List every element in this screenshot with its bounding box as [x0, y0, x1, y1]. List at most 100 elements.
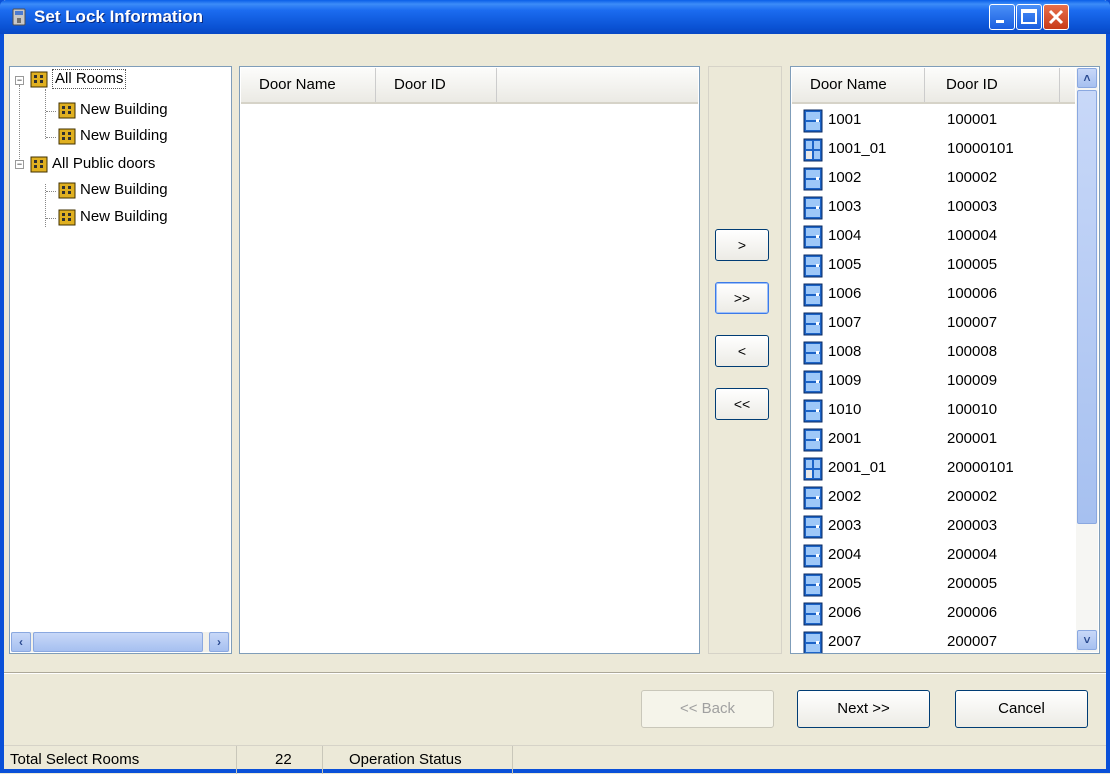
scroll-left-button[interactable]: ‹ — [11, 632, 31, 652]
door-row[interactable]: 1001 100001 — [801, 105, 1081, 134]
door-name-cell: 1005 — [828, 256, 862, 273]
door-row[interactable]: 1009 100009 — [801, 366, 1081, 395]
scroll-up-button[interactable]: ˄ — [1077, 68, 1097, 88]
column-header-door-id[interactable]: Door ID — [925, 68, 1060, 102]
door-name-cell: 1009 — [828, 372, 862, 389]
door-row[interactable]: 2006 200006 — [801, 598, 1081, 627]
door-id-cell: 100003 — [947, 198, 998, 215]
door-name-cell: 1006 — [828, 285, 862, 302]
tree-collapse-toggle[interactable]: − — [15, 76, 24, 85]
tree-collapse-toggle[interactable]: − — [15, 160, 24, 169]
door-row[interactable]: 1007 100007 — [801, 308, 1081, 337]
building-icon — [30, 71, 48, 88]
lock-icon — [12, 8, 26, 26]
next-button[interactable]: Next >> — [797, 690, 930, 728]
door-name-cell: 1010 — [828, 401, 862, 418]
door-name-cell: 1003 — [828, 198, 862, 215]
door-name-cell: 1007 — [828, 314, 862, 331]
door-row[interactable]: 1003 100003 — [801, 192, 1081, 221]
door-id-cell: 200002 — [947, 488, 998, 505]
building-tree[interactable]: − All Rooms New Building New Building − … — [9, 66, 232, 654]
add-selected-button[interactable]: > — [715, 229, 769, 261]
tree-node-label: All Public doors — [52, 155, 156, 172]
maximize-icon — [1021, 9, 1037, 24]
scroll-down-button[interactable]: ˅ — [1077, 630, 1097, 650]
door-icon — [803, 225, 823, 249]
door-id-cell: 100001 — [947, 111, 998, 128]
maximize-button[interactable] — [1016, 4, 1042, 30]
door-sub-icon — [803, 457, 823, 481]
tree-connector — [46, 191, 56, 192]
door-icon — [803, 399, 823, 423]
door-name-cell: 2005 — [828, 575, 862, 592]
chevron-right-icon: › — [217, 635, 221, 649]
door-icon — [803, 631, 823, 653]
status-count: 22 — [237, 746, 323, 774]
door-name-cell: 1001_01 — [828, 140, 887, 157]
building-icon — [30, 156, 48, 173]
door-id-cell: 100002 — [947, 169, 998, 186]
door-icon — [803, 428, 823, 452]
door-row[interactable]: 2001_01 20000101 — [801, 453, 1081, 482]
tree-horizontal-scrollbar[interactable]: ‹ › — [11, 632, 230, 652]
close-icon — [1048, 9, 1064, 25]
door-icon — [803, 167, 823, 191]
building-icon — [58, 209, 76, 226]
selected-doors-list[interactable]: Door Name Door ID — [239, 66, 700, 654]
door-id-cell: 200003 — [947, 517, 998, 534]
status-bar: Total Select Rooms 22 Operation Status — [4, 745, 1106, 774]
door-row[interactable]: 2004 200004 — [801, 540, 1081, 569]
door-id-cell: 200005 — [947, 575, 998, 592]
minimize-button[interactable] — [989, 4, 1015, 30]
door-id-cell: 200001 — [947, 430, 998, 447]
door-row[interactable]: 1002 100002 — [801, 163, 1081, 192]
column-header-door-name[interactable]: Door Name — [792, 68, 925, 102]
door-row[interactable]: 2001 200001 — [801, 424, 1081, 453]
door-name-cell: 2002 — [828, 488, 862, 505]
door-name-cell: 1002 — [828, 169, 862, 186]
remove-all-button[interactable]: << — [715, 388, 769, 420]
cancel-button[interactable]: Cancel — [955, 690, 1088, 728]
door-row[interactable]: 1005 100005 — [801, 250, 1081, 279]
scroll-right-button[interactable]: › — [209, 632, 229, 652]
title-bar[interactable]: Set Lock Information — [0, 0, 1110, 34]
set-lock-information-window: Set Lock Information − All Rooms New Bui… — [0, 0, 1110, 774]
available-doors-list[interactable]: Door Name Door ID 1001 100001 1001_01 10000… — [790, 66, 1100, 654]
tree-connector — [45, 89, 46, 139]
door-row[interactable]: 2007 200007 — [801, 627, 1081, 653]
building-icon — [58, 128, 76, 145]
minimize-icon — [996, 20, 1004, 23]
door-id-cell: 100009 — [947, 372, 998, 389]
door-row[interactable]: 1006 100006 — [801, 279, 1081, 308]
close-button[interactable] — [1043, 4, 1069, 30]
tree-node-label: New Building — [80, 127, 168, 144]
remove-selected-button[interactable]: < — [715, 335, 769, 367]
doors-vertical-scrollbar[interactable]: ˄ ˅ — [1076, 68, 1098, 652]
door-id-cell: 200007 — [947, 633, 998, 650]
door-row[interactable]: 1004 100004 — [801, 221, 1081, 250]
footer-separator — [4, 672, 1106, 674]
door-row[interactable]: 1001_01 10000101 — [801, 134, 1081, 163]
column-header-door-name[interactable]: Door Name — [241, 68, 376, 102]
door-row[interactable]: 2003 200003 — [801, 511, 1081, 540]
door-row[interactable]: 2002 200002 — [801, 482, 1081, 511]
column-header-door-id[interactable]: Door ID — [376, 68, 497, 102]
tree-connector — [46, 218, 56, 219]
scroll-thumb[interactable] — [33, 632, 203, 652]
scroll-thumb[interactable] — [1077, 90, 1097, 524]
tree-connector — [19, 85, 20, 165]
door-icon — [803, 602, 823, 626]
back-button[interactable]: << Back — [641, 690, 774, 728]
door-id-cell: 10000101 — [947, 140, 1014, 157]
door-row[interactable]: 1010 100010 — [801, 395, 1081, 424]
door-icon — [803, 515, 823, 539]
door-row[interactable]: 1008 100008 — [801, 337, 1081, 366]
add-all-button[interactable]: >> — [715, 282, 769, 314]
door-name-cell: 2001_01 — [828, 459, 887, 476]
door-row[interactable]: 2005 200005 — [801, 569, 1081, 598]
door-name-cell: 2003 — [828, 517, 862, 534]
door-id-cell: 100007 — [947, 314, 998, 331]
chevron-down-icon: ˅ — [1083, 633, 1091, 647]
tree-connector — [46, 111, 56, 112]
tree-node-label: New Building — [80, 101, 168, 118]
